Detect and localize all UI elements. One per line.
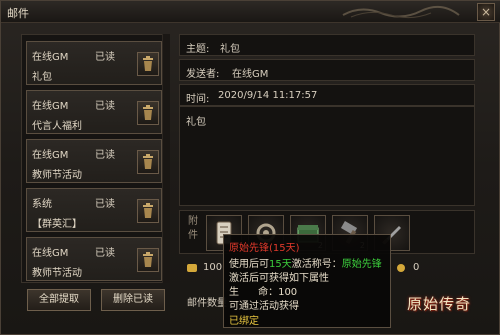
mail-list-item[interactable]: 在线GM 已读 教师节活动 — [26, 139, 162, 183]
mail-status: 已读 — [95, 150, 115, 161]
mail-subject: 代言人福利 — [32, 121, 82, 132]
delete-mail-button[interactable] — [137, 101, 159, 125]
mail-status: 已读 — [95, 52, 115, 63]
mail-sender: 在线GM — [32, 248, 69, 259]
trash-icon — [143, 203, 153, 218]
mail-list-item[interactable]: 在线GM 已读 礼包 — [26, 41, 162, 85]
ingot-value: 0 — [413, 262, 420, 273]
dragon-decoration-icon — [342, 5, 460, 19]
subject-row: 主题: 礼包 — [179, 34, 475, 56]
mail-sender: 在线GM — [32, 101, 69, 112]
tooltip-line-use: 使用后可15天激活称号：原始先锋 — [229, 255, 382, 270]
tooltip-title-name: 原始先锋 — [341, 259, 382, 270]
time-row: 时间: 2020/9/14 11:17:57 — [179, 84, 475, 106]
time-value: 2020/9/14 11:17:57 — [218, 90, 318, 101]
delete-mail-button[interactable] — [137, 248, 159, 272]
sender-label: 发送者: — [186, 69, 220, 80]
mail-list-item[interactable]: 在线GM 已读 代言人福利 — [26, 90, 162, 134]
delete-mail-button[interactable] — [137, 150, 159, 174]
game-logo: 原始传奇 — [405, 289, 491, 321]
item-tooltip: 原始先锋(15天) 使用后可15天激活称号：原始先锋 激活后可获得如下属性 生 … — [223, 234, 391, 328]
trash-icon — [143, 105, 153, 120]
tooltip-title: 原始先锋(15天) — [229, 243, 300, 254]
mail-subject: 教师节活动 — [32, 170, 82, 181]
trash-icon — [143, 252, 153, 267]
mail-count-label: 邮件数量 — [187, 298, 227, 309]
mail-subject: 【群英汇】 — [32, 219, 82, 230]
mail-body: 礼包 — [179, 106, 475, 206]
sender-value: 在线GM — [232, 69, 269, 80]
tooltip-bound: 已绑定 — [229, 316, 259, 327]
logo-text: 原始传奇 — [407, 295, 472, 313]
tooltip-line-source: 可通过活动获得 — [229, 301, 299, 312]
mail-subject: 礼包 — [32, 72, 52, 83]
mail-sender: 系统 — [32, 199, 52, 210]
ingot-icon — [397, 264, 405, 272]
mail-sender: 在线GM — [32, 52, 69, 63]
subject-value: 礼包 — [220, 44, 240, 55]
gold-icon — [187, 264, 197, 272]
mail-status: 已读 — [95, 199, 115, 210]
subject-label: 主题: — [186, 44, 210, 55]
window-title: 邮件 — [7, 7, 29, 20]
mail-window: 邮件 × 在线GM 已读 礼包 在线GM 已读 代言人福利 在线GM 已读 教师… — [0, 0, 500, 335]
mail-list-item[interactable]: 在线GM 已读 教师节活动 — [26, 237, 162, 281]
mail-list-item[interactable]: 系统 已读 【群英汇】 — [26, 188, 162, 232]
sender-row: 发送者: 在线GM — [179, 59, 475, 81]
trash-icon — [143, 154, 153, 169]
delete-mail-button[interactable] — [137, 52, 159, 76]
mail-list: 在线GM 已读 礼包 在线GM 已读 代言人福利 在线GM 已读 教师节活动 系… — [21, 34, 169, 283]
tooltip-line-attr: 激活后可获得如下属性 — [229, 273, 329, 284]
trash-icon — [143, 56, 153, 71]
gold-value: 100 — [203, 262, 223, 273]
delete-mail-button[interactable] — [137, 199, 159, 223]
mail-body-text: 礼包 — [186, 117, 206, 128]
collect-all-button[interactable]: 全部提取 — [27, 289, 91, 311]
title-bar[interactable]: 邮件 × — [1, 1, 500, 23]
time-label: 时间: — [186, 94, 210, 105]
mail-status: 已读 — [95, 248, 115, 259]
mail-subject: 教师节活动 — [32, 268, 82, 279]
close-button[interactable]: × — [477, 3, 495, 21]
mail-list-scrollbar[interactable] — [162, 34, 170, 283]
delete-read-button[interactable]: 删除已读 — [101, 289, 165, 311]
mail-sender: 在线GM — [32, 150, 69, 161]
attachments-label: 附件 — [188, 216, 198, 241]
mail-status: 已读 — [95, 101, 115, 112]
tooltip-line-hp: 生 命：100 — [229, 283, 297, 298]
